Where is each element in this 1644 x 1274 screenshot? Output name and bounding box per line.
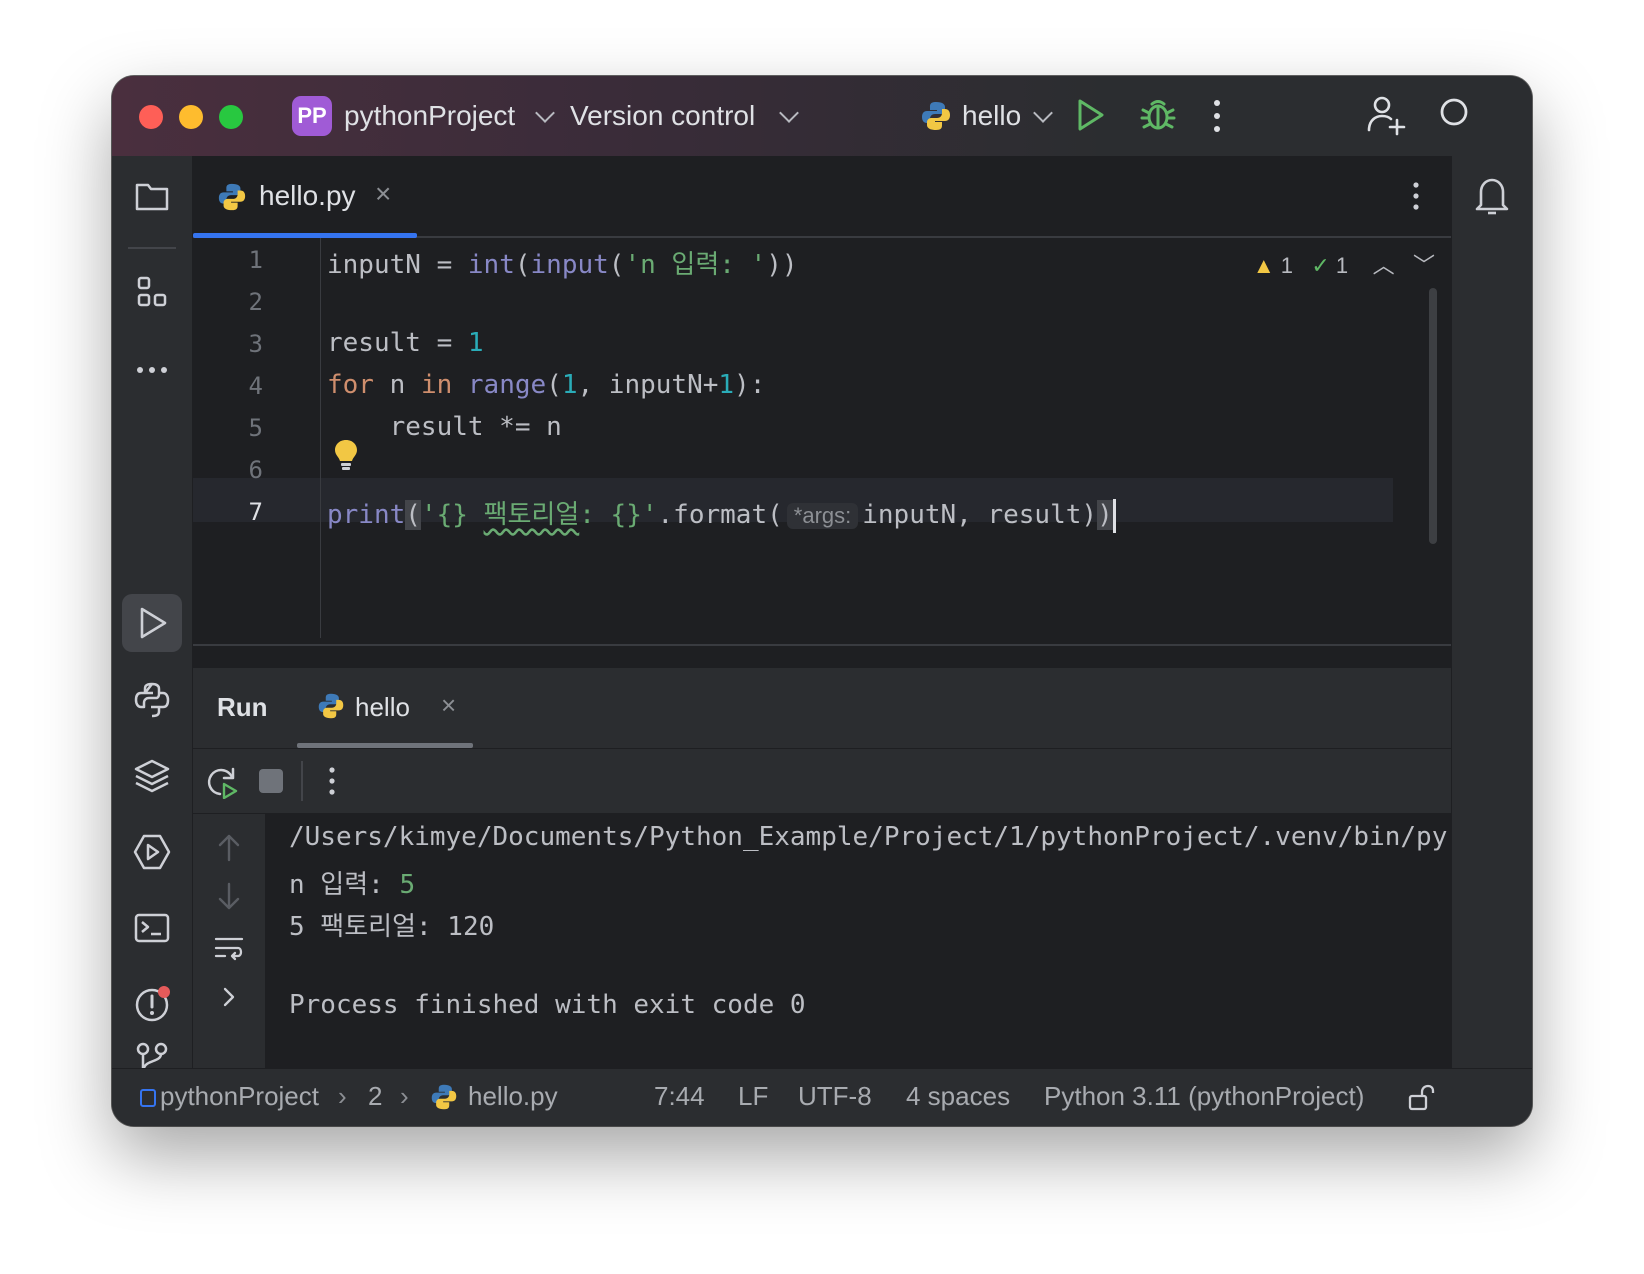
python-console-icon[interactable] bbox=[132, 680, 172, 720]
code-line-4: for n in range(1, inputN+1): bbox=[327, 370, 766, 400]
folder-icon[interactable] bbox=[132, 176, 172, 216]
tab-more-icon[interactable] bbox=[1411, 176, 1421, 216]
code-line-3: result = 1 bbox=[327, 328, 484, 358]
console-line: Process finished with exit code 0 bbox=[289, 990, 806, 1020]
line-number: 6 bbox=[248, 456, 263, 484]
more-icon[interactable] bbox=[327, 761, 337, 801]
console-side-toolbar bbox=[193, 814, 265, 1068]
gutter-divider bbox=[320, 238, 321, 638]
console-line: /Users/kimye/Documents/Python_Example/Pr… bbox=[289, 822, 1448, 852]
python-file-icon bbox=[218, 183, 246, 211]
lock-icon[interactable] bbox=[1406, 1083, 1436, 1113]
right-tool-strip bbox=[1451, 156, 1532, 1068]
project-selector[interactable]: pythonProject bbox=[344, 100, 515, 132]
arrow-up-icon[interactable] bbox=[215, 832, 243, 862]
run-toolbar bbox=[193, 749, 1451, 814]
python-file-icon bbox=[431, 1084, 457, 1110]
terminal-icon[interactable] bbox=[132, 908, 172, 948]
close-tab-icon[interactable]: × bbox=[375, 178, 391, 210]
bulb-icon[interactable] bbox=[333, 438, 359, 472]
line-number-current: 7 bbox=[248, 498, 263, 526]
python-interpreter[interactable]: Python 3.11 (pythonProject) bbox=[1044, 1081, 1364, 1112]
breadcrumb-file[interactable]: hello.py bbox=[468, 1081, 558, 1112]
cursor-position[interactable]: 7:44 bbox=[654, 1081, 705, 1112]
file-encoding[interactable]: UTF-8 bbox=[798, 1081, 872, 1112]
text-caret bbox=[1112, 498, 1116, 533]
warning-count: 1 bbox=[1280, 253, 1294, 278]
chevron-down-icon bbox=[1033, 103, 1053, 123]
rerun-icon[interactable] bbox=[205, 765, 239, 799]
inspection-widget[interactable]: ▲ 1 ✓ 1 ︿ ﹀ bbox=[1253, 248, 1435, 280]
title-bar: PP pythonProject Version control hello bbox=[112, 76, 1532, 157]
chevron-down-icon bbox=[779, 103, 799, 123]
indent-setting[interactable]: 4 spaces bbox=[906, 1081, 1010, 1112]
line-ending[interactable]: LF bbox=[738, 1081, 768, 1112]
code-line-1: inputN = int(input('n 입력: ')) bbox=[327, 250, 798, 280]
python-icon bbox=[922, 102, 950, 130]
console-line: 5 팩토리얼: 120 bbox=[289, 912, 495, 942]
user-input: 5 bbox=[399, 870, 416, 900]
chevron-right-icon[interactable] bbox=[219, 984, 239, 1010]
check-count: 1 bbox=[1335, 253, 1349, 278]
python-icon bbox=[318, 693, 344, 719]
project-badge[interactable]: PP bbox=[292, 96, 332, 136]
breadcrumb-separator: › bbox=[400, 1081, 409, 1111]
services-icon[interactable] bbox=[132, 832, 172, 872]
run-tool-icon[interactable] bbox=[132, 603, 172, 643]
run-icon[interactable] bbox=[1074, 98, 1106, 132]
module-icon bbox=[140, 1089, 156, 1107]
code-line-5: result *= n bbox=[327, 412, 562, 442]
separator bbox=[128, 247, 176, 249]
editor-tab-bar: hello.py × bbox=[193, 156, 1451, 238]
next-highlight-icon[interactable]: ﹀ bbox=[1413, 253, 1435, 278]
soft-wrap-icon[interactable] bbox=[213, 934, 245, 964]
editor-tab-hello-py[interactable]: hello.py bbox=[259, 180, 356, 212]
active-run-tab-indicator bbox=[297, 743, 473, 748]
code-line-7: print('{} 팩토리얼: {}'.format(*args: inputN,… bbox=[327, 494, 1116, 533]
maximize-window-button[interactable] bbox=[219, 105, 243, 129]
more-icon[interactable] bbox=[1212, 96, 1222, 136]
code-editor[interactable]: 1 2 3 4 5 6 7 inputN = int(input('n 입력: … bbox=[193, 238, 1451, 644]
console-line: n 입력: 5 bbox=[289, 870, 416, 900]
breadcrumb-project[interactable]: pythonProject bbox=[160, 1081, 319, 1112]
line-number: 5 bbox=[248, 414, 263, 442]
line-number: 1 bbox=[248, 246, 263, 274]
line-number: 2 bbox=[248, 288, 263, 316]
run-console[interactable]: /Users/kimye/Documents/Python_Example/Pr… bbox=[265, 814, 1451, 1068]
version-control-menu[interactable]: Version control bbox=[570, 100, 755, 132]
breadcrumb-separator: › bbox=[338, 1081, 347, 1111]
run-panel-title: Run bbox=[217, 692, 268, 722]
left-tool-strip bbox=[112, 156, 193, 1079]
problems-icon[interactable] bbox=[132, 984, 172, 1024]
status-bar: pythonProject › 2 › hello.py 7:44 LF UTF… bbox=[112, 1068, 1532, 1126]
check-icon: ✓ bbox=[1311, 253, 1330, 278]
chevron-down-icon bbox=[535, 103, 555, 123]
debug-icon[interactable] bbox=[1140, 96, 1176, 134]
add-user-icon[interactable] bbox=[1366, 94, 1406, 136]
more-tools-icon[interactable] bbox=[132, 350, 172, 390]
run-panel-header: Run hello × bbox=[193, 668, 1451, 749]
search-icon[interactable] bbox=[1438, 96, 1474, 132]
toolbar-separator bbox=[301, 761, 303, 801]
breadcrumb-folder[interactable]: 2 bbox=[368, 1081, 382, 1112]
close-window-button[interactable] bbox=[139, 105, 163, 129]
warning-icon: ▲ bbox=[1252, 253, 1275, 278]
run-config-selector[interactable]: hello bbox=[962, 100, 1021, 132]
arrow-down-icon[interactable] bbox=[215, 882, 243, 912]
minimize-window-button[interactable] bbox=[179, 105, 203, 129]
parameter-hint: *args: bbox=[786, 503, 859, 529]
run-tab-hello[interactable]: hello bbox=[355, 692, 410, 723]
editor-scrollbar[interactable] bbox=[1429, 288, 1437, 544]
stop-icon[interactable] bbox=[259, 769, 283, 793]
layers-icon[interactable] bbox=[132, 756, 172, 796]
bell-icon[interactable] bbox=[1472, 174, 1512, 218]
structure-icon[interactable] bbox=[132, 272, 172, 312]
editor-run-splitter[interactable] bbox=[193, 644, 1451, 646]
close-run-tab-icon[interactable]: × bbox=[441, 690, 456, 721]
line-number: 4 bbox=[248, 372, 263, 400]
ide-window: PP pythonProject Version control hello h… bbox=[112, 76, 1532, 1126]
line-number: 3 bbox=[248, 330, 263, 358]
previous-highlight-icon[interactable]: ︿ bbox=[1373, 253, 1395, 278]
